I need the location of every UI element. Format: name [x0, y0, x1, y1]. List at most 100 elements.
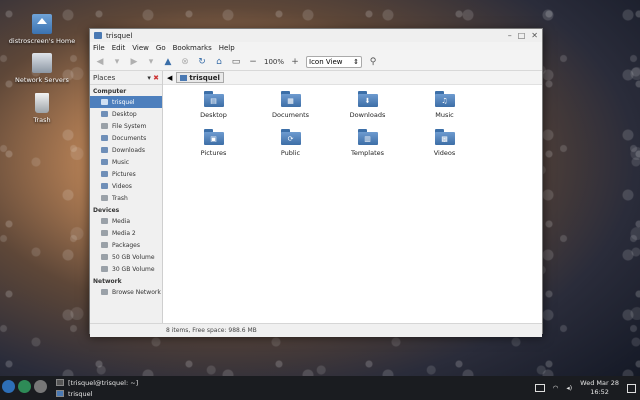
desktop-icon-network-servers[interactable]: Network Servers — [4, 53, 80, 84]
menu-view[interactable]: View — [132, 44, 149, 52]
sidebar-item-videos[interactable]: Videos — [90, 180, 162, 192]
forward-dropdown-icon[interactable]: ▾ — [145, 56, 157, 68]
sidebar-item-downloads[interactable]: Downloads — [90, 144, 162, 156]
drive-icon — [101, 266, 108, 272]
sidebar-item-label: Trash — [112, 194, 128, 202]
browser-icon[interactable] — [18, 380, 31, 393]
stop-icon[interactable]: ⊗ — [179, 56, 191, 68]
folder-icon: ♫ — [434, 91, 455, 107]
task-file-manager[interactable]: trisquel — [56, 389, 138, 398]
sidebar-item-label: Downloads — [112, 146, 145, 154]
up-icon[interactable]: ▲ — [162, 56, 174, 68]
sidebar-item-50gb-volume[interactable]: 50 GB Volume — [90, 251, 162, 263]
sidebar-item-browse-network[interactable]: Browse Network — [90, 286, 162, 298]
folder-icon: ▣ — [203, 129, 224, 145]
search-icon[interactable]: ⚲ — [367, 56, 379, 68]
task-label: [trisquel@trisquel: ~] — [68, 378, 139, 387]
window-title: trisquel — [106, 31, 133, 40]
menu-go[interactable]: Go — [156, 44, 166, 52]
menu-bookmarks[interactable]: Bookmarks — [173, 44, 212, 52]
menubar: File Edit View Go Bookmarks Help — [90, 42, 542, 53]
sidebar-item-file-system[interactable]: File System — [90, 120, 162, 132]
path-label: trisquel — [189, 73, 220, 82]
path-left-arrow-icon[interactable]: ◀ — [167, 74, 172, 82]
files-icon[interactable] — [34, 380, 47, 393]
file-item-documents[interactable]: ▦ Documents — [252, 89, 329, 127]
wifi-icon[interactable]: ◠ — [553, 384, 559, 392]
sidebar-item-label: Media — [112, 217, 131, 225]
task-list: [trisquel@trisquel: ~] trisquel — [56, 378, 138, 398]
back-icon[interactable]: ◀ — [94, 56, 106, 68]
folder-icon: ▥ — [357, 129, 378, 145]
file-item-public[interactable]: ⟳ Public — [252, 127, 329, 165]
drive-icon — [101, 123, 108, 129]
sidebar-item-trisquel[interactable]: trisquel — [90, 96, 162, 108]
sidebar-item-trash[interactable]: Trash — [90, 192, 162, 204]
sidebar-item-desktop[interactable]: Desktop — [90, 108, 162, 120]
file-item-downloads[interactable]: ⬇ Downloads — [329, 89, 406, 127]
drive-icon — [101, 218, 108, 224]
task-terminal[interactable]: [trisquel@trisquel: ~] — [56, 378, 138, 387]
menu-edit[interactable]: Edit — [112, 44, 126, 52]
file-item-label: Templates — [350, 149, 385, 157]
sidebar-header: Places ▾ ✖ — [90, 71, 162, 85]
drive-icon — [101, 242, 108, 248]
home-icon[interactable]: ⌂ — [213, 56, 225, 68]
home-folder-icon — [32, 14, 52, 34]
folder-icon: ▤ — [203, 91, 224, 107]
minimize-icon[interactable]: – — [508, 31, 512, 40]
reload-icon[interactable]: ↻ — [196, 56, 208, 68]
desktop-icon-trash[interactable]: Trash — [4, 93, 80, 124]
sidebar-item-pictures[interactable]: Pictures — [90, 168, 162, 180]
file-item-videos[interactable]: ▩ Videos — [406, 127, 483, 165]
taskbar: [trisquel@trisquel: ~] trisquel ◠ ◂) Wed… — [0, 376, 640, 400]
clock[interactable]: Wed Mar 28 16:52 — [580, 379, 619, 397]
battery-icon[interactable] — [534, 384, 545, 392]
desktop-icon — [101, 111, 108, 117]
sidebar-item-label: Videos — [112, 182, 132, 190]
menu-help[interactable]: Help — [219, 44, 235, 52]
sidebar-item-music[interactable]: Music — [90, 156, 162, 168]
clock-date: Wed Mar 28 — [580, 379, 619, 387]
sidebar-item-media[interactable]: Media — [90, 215, 162, 227]
close-sidebar-icon[interactable]: ✖ — [153, 74, 159, 82]
folder-icon: ▦ — [280, 91, 301, 107]
sidebar-item-label: Documents — [112, 134, 147, 142]
menu-icon[interactable] — [2, 380, 15, 393]
file-item-label: Videos — [433, 149, 456, 157]
section-title: Network — [93, 278, 122, 285]
zoom-out-icon[interactable]: − — [247, 56, 259, 68]
sidebar-item-packages[interactable]: Packages — [90, 239, 162, 251]
sidebar-item-30gb-volume[interactable]: 30 GB Volume — [90, 263, 162, 275]
view-mode-select[interactable]: Icon View ⇕ — [306, 55, 363, 68]
show-desktop-icon[interactable] — [627, 383, 636, 393]
sidebar-item-documents[interactable]: Documents — [90, 132, 162, 144]
forward-icon[interactable]: ▶ — [128, 56, 140, 68]
file-view: ◀ trisquel ▤ Desktop ▦ Documents ⬇ Downloads ♫… — [163, 71, 542, 323]
toolbar: ◀ ▾ ▶ ▾ ▲ ⊗ ↻ ⌂ ▭ − 100% + Icon View ⇕ ⚲ — [90, 53, 542, 71]
sidebar-item-media-2[interactable]: Media 2 — [90, 227, 162, 239]
section-title: Devices — [93, 207, 120, 214]
sidebar-item-label: trisquel — [112, 98, 135, 106]
chevron-down-icon[interactable]: ▾ — [147, 74, 151, 82]
window-titlebar[interactable]: trisquel – □ ✕ — [90, 29, 542, 42]
folder-icon — [101, 135, 108, 141]
path-button-trisquel[interactable]: trisquel — [176, 72, 224, 83]
desktop-icon-home[interactable]: distroscreen's Home — [4, 14, 80, 45]
desktop-icon-label: distroscreen's Home — [8, 37, 76, 45]
maximize-icon[interactable]: □ — [518, 31, 526, 40]
back-dropdown-icon[interactable]: ▾ — [111, 56, 123, 68]
section-title: Computer — [93, 88, 127, 95]
file-item-desktop[interactable]: ▤ Desktop — [175, 89, 252, 127]
file-item-music[interactable]: ♫ Music — [406, 89, 483, 127]
computer-icon[interactable]: ▭ — [230, 56, 242, 68]
volume-icon[interactable]: ◂) — [566, 384, 572, 392]
close-icon[interactable]: ✕ — [531, 31, 538, 40]
file-item-templates[interactable]: ▥ Templates — [329, 127, 406, 165]
drive-icon — [101, 254, 108, 260]
file-item-pictures[interactable]: ▣ Pictures — [175, 127, 252, 165]
desktop-icon-label: Trash — [33, 116, 51, 124]
menu-file[interactable]: File — [93, 44, 105, 52]
zoom-in-icon[interactable]: + — [289, 56, 301, 68]
network-icon — [101, 289, 108, 295]
